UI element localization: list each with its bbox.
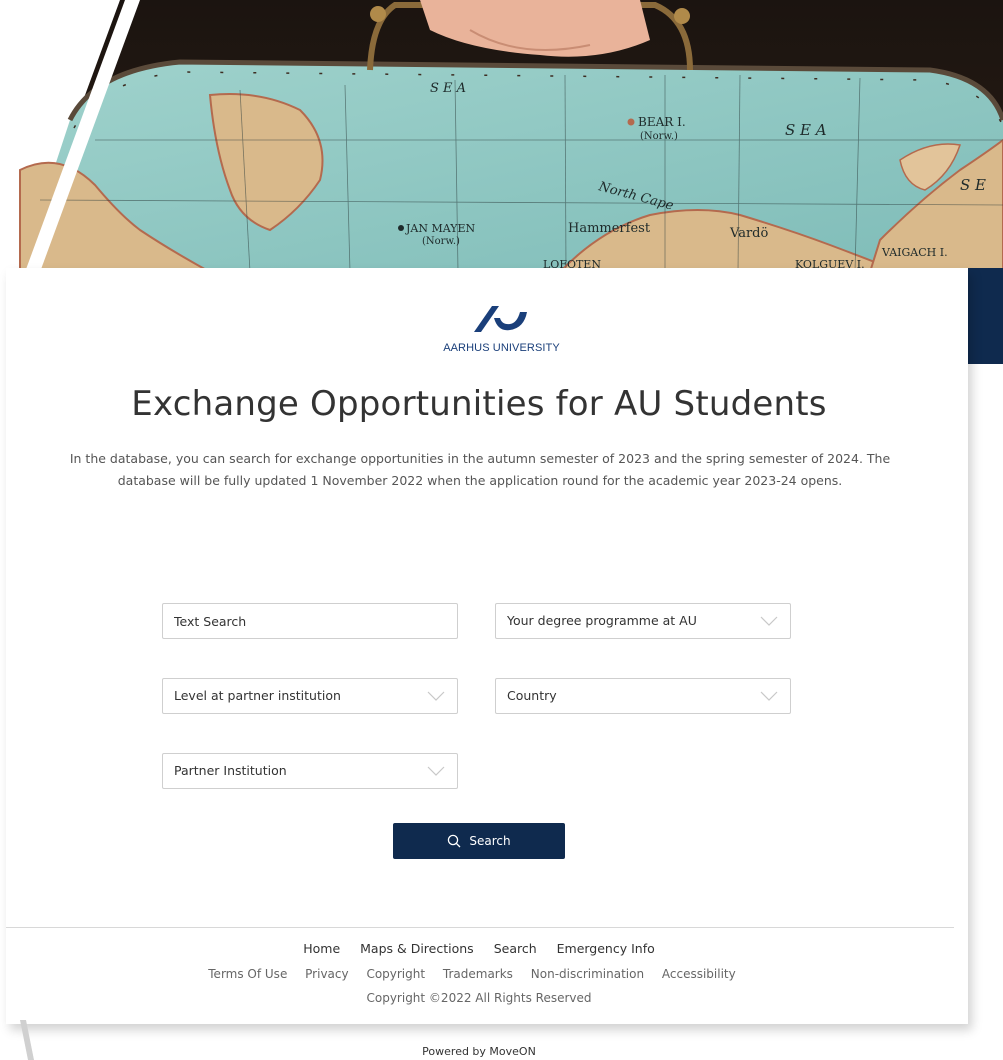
map-label-sea-right: S E A <box>785 121 827 139</box>
search-button[interactable]: Search <box>393 823 565 859</box>
page-intro: In the database, you can search for exch… <box>69 451 891 488</box>
map-label-vardo: Vardö <box>729 226 768 241</box>
footer-nav: Home Maps & Directions Search Emergency … <box>0 941 958 956</box>
map-label-sea-top: S E A <box>430 81 466 96</box>
map-label-bear-island-sub: (Norw.) <box>640 131 678 142</box>
search-button-label: Search <box>469 834 511 848</box>
footer-link-accessibility[interactable]: Accessibility <box>662 967 736 981</box>
level-select[interactable]: Level at partner institution <box>162 678 458 714</box>
map-label-jan-mayen-sub: (Norw.) <box>422 236 460 247</box>
map-label-bear-island: BEAR I. <box>638 115 686 129</box>
brand-name: AARHUS UNIVERSITY <box>443 342 560 354</box>
map-label-se-right: S E <box>960 176 986 194</box>
map-label-jan-mayen: JAN MAYEN <box>405 222 476 235</box>
footer-link-search[interactable]: Search <box>494 941 537 956</box>
text-search-input[interactable] <box>162 603 458 639</box>
page: S E A BEAR I. (Norw.) S E A S E North Ca… <box>0 0 1003 1060</box>
footer-link-copyright[interactable]: Copyright <box>366 967 425 981</box>
chevron-down-icon <box>427 691 445 701</box>
footer-link-maps-directions[interactable]: Maps & Directions <box>360 941 474 956</box>
aarhus-university-logo-icon <box>473 306 527 332</box>
country-select-label: Country <box>507 688 557 703</box>
hero-banner: S E A BEAR I. (Norw.) S E A S E North Ca… <box>0 0 1003 272</box>
footer-divider <box>6 927 954 928</box>
partner-institution-select[interactable]: Partner Institution <box>162 753 458 789</box>
vintage-map-suitcase-image: S E A BEAR I. (Norw.) S E A S E North Ca… <box>0 0 1003 272</box>
main-card <box>6 268 968 1024</box>
degree-programme-select-label: Your degree programme at AU <box>507 613 697 628</box>
footer-legal-links: Terms Of Use Privacy Copyright Trademark… <box>0 967 944 981</box>
brand-logo[interactable]: AARHUS UNIVERSITY <box>0 300 1003 354</box>
map-label-vaigach: VAIGACH I. <box>881 246 948 259</box>
footer-copyright: Copyright ©2022 All Rights Reserved <box>366 991 592 1005</box>
degree-programme-select[interactable]: Your degree programme at AU <box>495 603 791 639</box>
footer-link-trademarks[interactable]: Trademarks <box>443 967 513 981</box>
footer-link-emergency-info[interactable]: Emergency Info <box>557 941 655 956</box>
page-title: Exchange Opportunities for AU Students <box>131 384 827 424</box>
level-select-label: Level at partner institution <box>174 688 341 703</box>
chevron-down-icon <box>760 691 778 701</box>
map-label-hammerfest: Hammerfest <box>568 221 651 236</box>
chevron-down-icon <box>760 616 778 626</box>
footer-link-home[interactable]: Home <box>303 941 340 956</box>
footer-link-terms-of-use[interactable]: Terms Of Use <box>208 967 287 981</box>
chevron-down-icon <box>427 766 445 776</box>
country-select[interactable]: Country <box>495 678 791 714</box>
search-icon <box>448 834 461 848</box>
footer-link-privacy[interactable]: Privacy <box>305 967 348 981</box>
partner-institution-select-label: Partner Institution <box>174 763 287 778</box>
footer-link-non-discrimination[interactable]: Non-discrimination <box>531 967 644 981</box>
powered-by: Powered by MoveON <box>422 1045 536 1058</box>
